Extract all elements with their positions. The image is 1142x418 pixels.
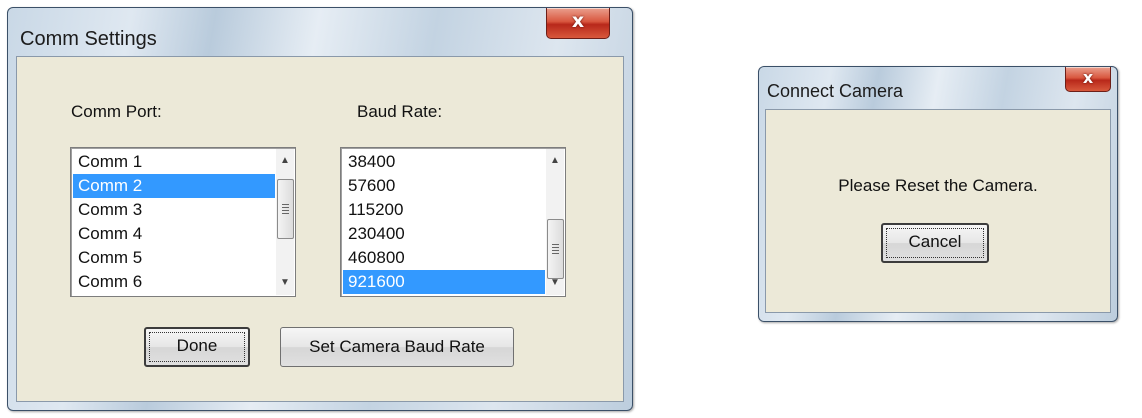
scroll-down-arrow-icon[interactable]: ▼ <box>546 273 564 293</box>
close-icon: x <box>1082 68 1094 87</box>
baud-rate-list: 38400 57600 115200 230400 460800 921600 <box>343 150 545 294</box>
baud-rate-scroll-thumb[interactable] <box>547 219 564 279</box>
scroll-up-arrow-icon[interactable]: ▲ <box>276 151 294 171</box>
comm-port-list-item[interactable]: Comm 4 <box>73 222 275 246</box>
baud-rate-listbox[interactable]: 38400 57600 115200 230400 460800 921600 ▲ ▼ <box>340 147 566 297</box>
comm-port-scrollbar[interactable]: ▲ ▼ <box>276 149 294 295</box>
cancel-button[interactable]: Cancel <box>881 223 989 263</box>
comm-settings-close-button[interactable]: x <box>546 8 610 39</box>
connect-camera-title: Connect Camera <box>767 81 904 101</box>
connect-camera-client-area: Please Reset the Camera. Cancel <box>765 109 1111 313</box>
comm-port-label: Comm Port: <box>71 102 162 121</box>
comm-port-list-item[interactable]: Comm 5 <box>73 246 275 270</box>
baud-rate-list-item[interactable]: 460800 <box>343 246 545 270</box>
comm-port-list: Comm 1 Comm 2 Comm 3 Comm 4 Comm 5 Comm 6 <box>73 150 275 294</box>
connect-camera-dialog: Connect Camera x Please Reset the Camera… <box>758 66 1118 322</box>
baud-rate-scrollbar[interactable]: ▲ ▼ <box>546 149 564 295</box>
comm-port-scroll-thumb[interactable] <box>277 179 294 239</box>
baud-rate-label: Baud Rate: <box>357 102 443 121</box>
comm-port-list-item[interactable]: Comm 2 <box>73 174 275 198</box>
comm-settings-dialog: Comm Settings x Comm Port: Baud Rate: Co… <box>7 7 633 411</box>
cancel-button-label: Cancel <box>908 232 962 251</box>
connect-camera-titlebar[interactable]: Connect Camera <box>759 67 1117 115</box>
done-button-label: Done <box>176 336 218 355</box>
scroll-grip-icon <box>282 204 289 214</box>
baud-rate-list-item[interactable]: 57600 <box>343 174 545 198</box>
comm-settings-title: Comm Settings <box>20 28 157 50</box>
connect-camera-close-button[interactable]: x <box>1065 67 1111 92</box>
comm-port-list-item[interactable]: Comm 6 <box>73 270 275 294</box>
done-button[interactable]: Done <box>144 327 250 367</box>
baud-rate-list-item[interactable]: 115200 <box>343 198 545 222</box>
set-camera-baud-rate-label: Set Camera Baud Rate <box>309 337 485 356</box>
comm-settings-titlebar[interactable]: Comm Settings <box>8 8 632 56</box>
comm-port-list-item[interactable]: Comm 1 <box>73 150 275 174</box>
baud-rate-list-item[interactable]: 38400 <box>343 150 545 174</box>
baud-rate-list-item[interactable]: 921600 <box>343 270 545 294</box>
set-camera-baud-rate-button[interactable]: Set Camera Baud Rate <box>280 327 514 367</box>
comm-settings-client-area: Comm Port: Baud Rate: Comm 1 Comm 2 Comm 3… <box>16 56 624 402</box>
comm-port-listbox[interactable]: Comm 1 Comm 2 Comm 3 Comm 4 Comm 5 Comm 6 ▲ ▼ <box>70 147 296 297</box>
comm-port-list-item[interactable]: Comm 3 <box>73 198 275 222</box>
reset-camera-message: Please Reset the Camera. <box>838 176 1038 195</box>
baud-rate-list-item[interactable]: 230400 <box>343 222 545 246</box>
close-icon: x <box>571 10 585 32</box>
scroll-up-arrow-icon[interactable]: ▲ <box>546 151 564 171</box>
scroll-grip-icon <box>552 244 559 254</box>
scroll-down-arrow-icon[interactable]: ▼ <box>276 273 294 293</box>
